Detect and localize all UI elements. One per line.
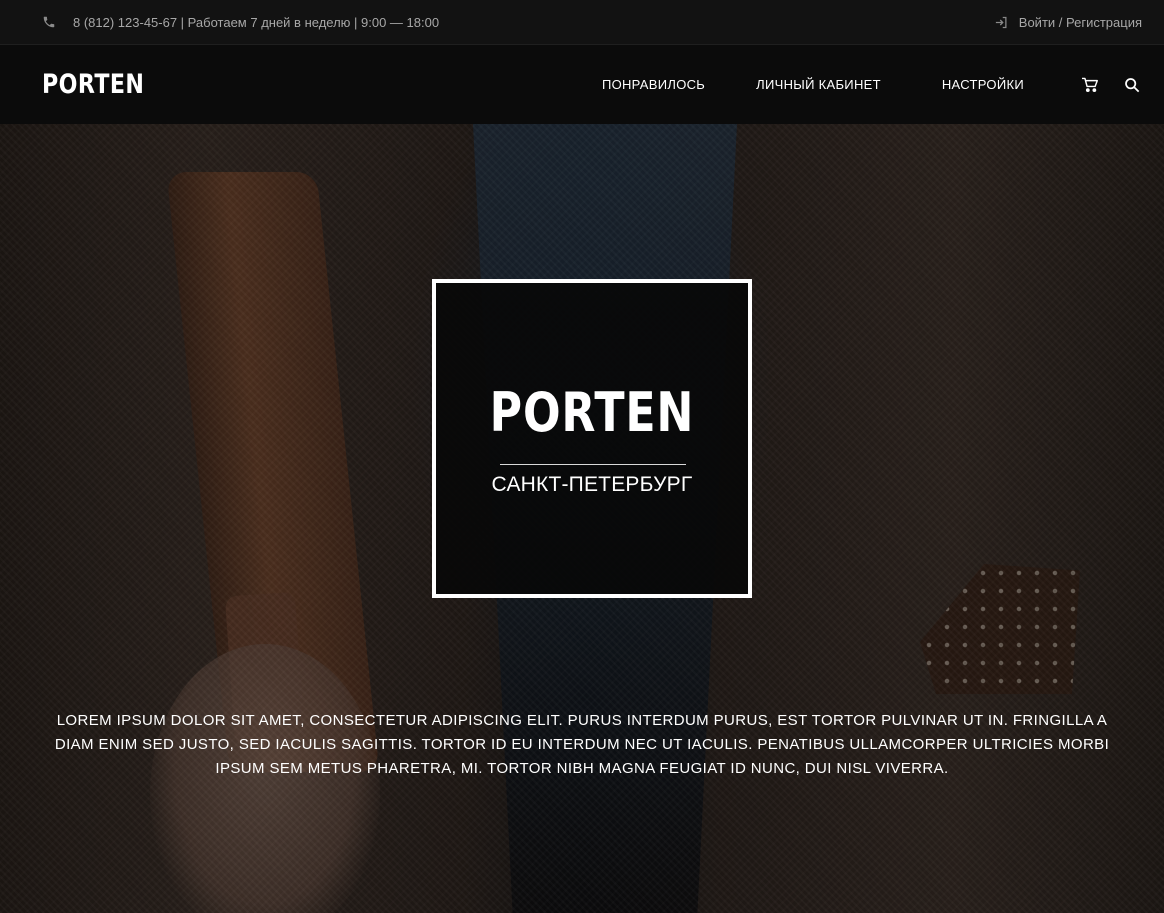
login-register-link[interactable]: Войти / Регистрация [1019,15,1142,30]
main-nav: ПОНРАВИЛОСЬ ЛИЧНЫЙ КАБИНЕТ НАСТРОЙКИ [602,45,1142,124]
contact-text: 8 (812) 123-45-67 | Работаем 7 дней в не… [73,14,440,30]
nav-account[interactable]: ЛИЧНЫЙ КАБИНЕТ [756,77,881,92]
cart-icon[interactable] [1080,75,1100,95]
top-bar: 8 (812) 123-45-67 | Работаем 7 дней в не… [0,0,1164,45]
main-header: PORTEN ПОНРАВИЛОСЬ ЛИЧНЫЙ КАБИНЕТ НАСТРО… [0,45,1164,124]
brand-city: САНКТ-ПЕТЕРБУРГ [491,473,693,496]
logo[interactable]: PORTEN [42,69,144,100]
hero-description: LOREM IPSUM DOLOR SIT AMET, CONSECTETUR … [54,712,1110,777]
brand-divider [500,464,686,465]
phone-icon [42,15,56,29]
login-icon[interactable] [994,15,1009,30]
search-icon[interactable] [1122,75,1142,95]
nav-liked[interactable]: ПОНРАВИЛОСЬ [602,77,705,92]
contact-info: 8 (812) 123-45-67 | Работаем 7 дней в не… [42,15,439,30]
brand-box: PORTEN САНКТ-ПЕТЕРБУРГ [432,279,752,598]
hero-banner: PORTEN САНКТ-ПЕТЕРБУРГ LOREM IPSUM DOLOR… [0,124,1164,913]
brand-logo: PORTEN [489,381,695,444]
nav-settings[interactable]: НАСТРОЙКИ [942,77,1024,92]
